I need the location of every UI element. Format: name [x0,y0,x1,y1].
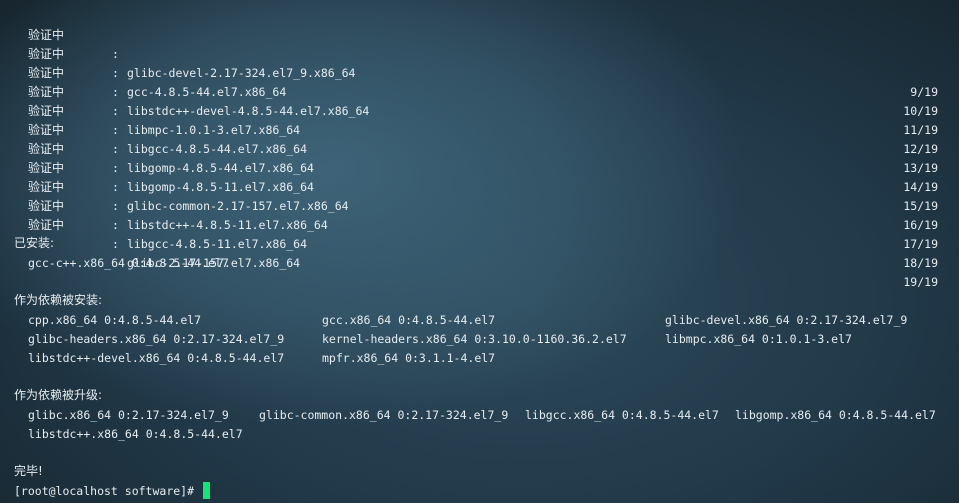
verify-row: 验证中 : libstdc++-devel-4.8.5-44.el7.x86_6… [0,45,959,137]
verify-row: 验证中 : gcc-4.8.5-44.el7.x86_64 10/19 [0,26,959,118]
dependency-installed-item: gcc.x86_64 0:4.8.5-44.el7 [322,313,496,327]
verify-count: 18/19 [903,256,938,270]
verify-count: 16/19 [903,218,938,232]
text-cursor [202,482,210,499]
complete-message: 完毕! [14,464,43,478]
prompt-text: [root@localhost software]# [14,484,201,498]
verify-row: 验证中 : libgcc-4.8.5-11.el7.x86_64 18/19 [0,178,959,270]
dependency-installed-item: libstdc++-devel.x86_64 0:4.8.5-44.el7 [28,351,285,365]
verify-row: 验证中 : libgomp-4.8.5-44.el7.x86_64 14/19 [0,102,959,194]
verify-count: 19/19 [903,275,938,289]
dependency-updated-heading: 作为依赖被升级: [14,388,103,402]
verify-label: 验证中 [28,218,65,232]
installed-item: gcc-c++.x86_64 0:4.8.5-44.el7 [28,256,229,270]
verify-row: 验证中 : libstdc++-4.8.5-11.el7.x86_64 17/1… [0,159,959,251]
verify-row: 验证中 : glibc-2.17-157.el7.x86_64 19/19 [0,197,959,289]
dependency-updated-item: glibc-common.x86_64 0:2.17-324.el7_9 [259,408,509,422]
dependency-installed-item: mpfr.x86_64 0:3.1.1-4.el7 [322,351,496,365]
dependency-updated-item: libstdc++.x86_64 0:4.8.5-44.el7 [28,427,243,441]
verify-colon: : [112,218,119,232]
dependency-updated-item: glibc.x86_64 0:2.17-324.el7_9 [28,408,229,422]
dependency-installed-heading: 作为依赖被安装: [14,293,103,307]
dependency-installed-item: glibc-devel.x86_64 0:2.17-324.el7_9 [665,313,908,327]
dependency-updated-item: libgcc.x86_64 0:4.8.5-44.el7 [525,408,719,422]
dependency-installed-item: cpp.x86_64 0:4.8.5-44.el7 [28,313,202,327]
verify-row: 验证中 : libmpc-1.0.1-3.el7.x86_64 12/19 [0,64,959,156]
dependency-installed-item: kernel-headers.x86_64 0:3.10.0-1160.36.2… [322,332,627,346]
verify-row: 验证中 : glibc-common-2.17-157.el7.x86_64 1… [0,140,959,232]
verify-colon: : [112,237,119,251]
dependency-installed-item: glibc-headers.x86_64 0:2.17-324.el7_9 [28,332,285,346]
dependency-installed-item: libmpc.x86_64 0:1.0.1-3.el7 [665,332,852,346]
terminal-window[interactable]: 验证中 : glibc-devel-2.17-324.el7_9.x86_64 … [0,0,959,503]
dependency-updated-item: libgomp.x86_64 0:4.8.5-44.el7 [735,408,936,422]
verify-row: 验证中 : libgomp-4.8.5-11.el7.x86_64 15/19 [0,121,959,213]
verify-count: 17/19 [903,237,938,251]
verify-package: libgcc-4.8.5-11.el7.x86_64 [127,237,308,251]
shell-prompt[interactable]: [root@localhost software]# [14,482,210,501]
verify-row: 验证中 : glibc-devel-2.17-324.el7_9.x86_64 … [0,7,959,99]
verify-row: 验证中 : libgcc-4.8.5-44.el7.x86_64 13/19 [0,83,959,175]
verify-package: libstdc++-4.8.5-11.el7.x86_64 [127,218,328,232]
installed-heading: 已安装: [14,236,55,250]
